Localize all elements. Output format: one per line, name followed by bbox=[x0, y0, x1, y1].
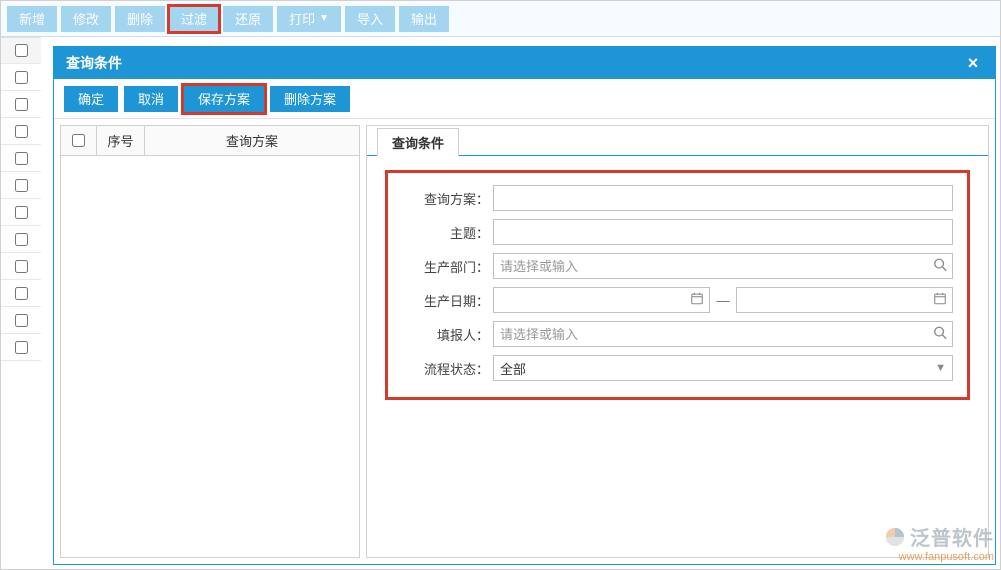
grid-row-checkbox[interactable] bbox=[15, 314, 28, 327]
close-icon[interactable]: × bbox=[963, 53, 983, 74]
date-field-label: 生产日期 bbox=[402, 291, 476, 310]
grid-row-checkbox[interactable] bbox=[15, 71, 28, 84]
date-to-input[interactable] bbox=[736, 287, 953, 313]
grid-row-checkbox[interactable] bbox=[15, 260, 28, 273]
delete-scheme-button[interactable]: 删除方案 bbox=[270, 86, 350, 112]
status-select-value: 全部 bbox=[500, 359, 526, 378]
chevron-down-icon: ▼ bbox=[935, 362, 946, 374]
conditions-form: 查询方案： 主题： 生产部门： bbox=[385, 170, 970, 400]
print-label: 打印 bbox=[289, 9, 315, 28]
scheme-input[interactable] bbox=[493, 185, 953, 211]
scheme-field-label: 查询方案 bbox=[402, 189, 476, 208]
conditions-tabs: 查询条件 bbox=[367, 126, 988, 156]
filter-button[interactable]: 过滤 bbox=[169, 6, 219, 32]
dialog-title: 查询条件 bbox=[66, 53, 122, 73]
top-toolbar: 新增 修改 删除 过滤 还原 打印 ▼ 导入 输出 bbox=[1, 1, 1000, 37]
new-button[interactable]: 新增 bbox=[7, 6, 57, 32]
ok-button[interactable]: 确定 bbox=[64, 86, 118, 112]
grid-header-checkbox[interactable] bbox=[15, 44, 28, 57]
save-scheme-button[interactable]: 保存方案 bbox=[184, 86, 264, 112]
grid-row-checkbox[interactable] bbox=[15, 98, 28, 111]
edit-button[interactable]: 修改 bbox=[61, 6, 111, 32]
seq-column-header: 序号 bbox=[97, 126, 145, 155]
export-button[interactable]: 输出 bbox=[399, 6, 449, 32]
query-dialog: 查询条件 × 确定 取消 保存方案 删除方案 序号 查询方案 bbox=[53, 46, 996, 565]
conditions-panel: 查询条件 查询方案： 主题： bbox=[366, 125, 989, 558]
caret-down-icon: ▼ bbox=[319, 13, 329, 24]
grid-row-checkbox[interactable] bbox=[15, 233, 28, 246]
scheme-list-panel: 序号 查询方案 bbox=[60, 125, 360, 558]
print-button[interactable]: 打印 ▼ bbox=[277, 6, 341, 32]
subject-input[interactable] bbox=[493, 219, 953, 245]
scheme-column-header: 查询方案 bbox=[145, 126, 359, 155]
import-button[interactable]: 导入 bbox=[345, 6, 395, 32]
status-field-label: 流程状态 bbox=[402, 359, 476, 378]
status-select[interactable]: 全部 ▼ bbox=[493, 355, 953, 381]
grid-row-checkbox[interactable] bbox=[15, 341, 28, 354]
grid-row-checkbox[interactable] bbox=[15, 179, 28, 192]
dept-input[interactable] bbox=[493, 253, 953, 279]
dialog-titlebar: 查询条件 × bbox=[54, 47, 995, 79]
cancel-button[interactable]: 取消 bbox=[124, 86, 178, 112]
date-from-input[interactable] bbox=[493, 287, 710, 313]
background-grid-checkbox-col bbox=[1, 37, 41, 569]
restore-button[interactable]: 还原 bbox=[223, 6, 273, 32]
scheme-list-header: 序号 查询方案 bbox=[61, 126, 359, 156]
scheme-list-body bbox=[61, 156, 359, 557]
scheme-select-all-checkbox[interactable] bbox=[72, 134, 85, 147]
grid-row-checkbox[interactable] bbox=[15, 125, 28, 138]
subject-field-label: 主题 bbox=[402, 223, 476, 242]
grid-row-checkbox[interactable] bbox=[15, 287, 28, 300]
dept-field-label: 生产部门 bbox=[402, 257, 476, 276]
dialog-toolbar: 确定 取消 保存方案 删除方案 bbox=[54, 79, 995, 119]
reporter-input[interactable] bbox=[493, 321, 953, 347]
tab-conditions[interactable]: 查询条件 bbox=[377, 128, 459, 156]
reporter-field-label: 填报人 bbox=[402, 325, 476, 344]
grid-row-checkbox[interactable] bbox=[15, 206, 28, 219]
date-range-separator: — bbox=[714, 293, 732, 308]
grid-row-checkbox[interactable] bbox=[15, 152, 28, 165]
delete-button[interactable]: 删除 bbox=[115, 6, 165, 32]
